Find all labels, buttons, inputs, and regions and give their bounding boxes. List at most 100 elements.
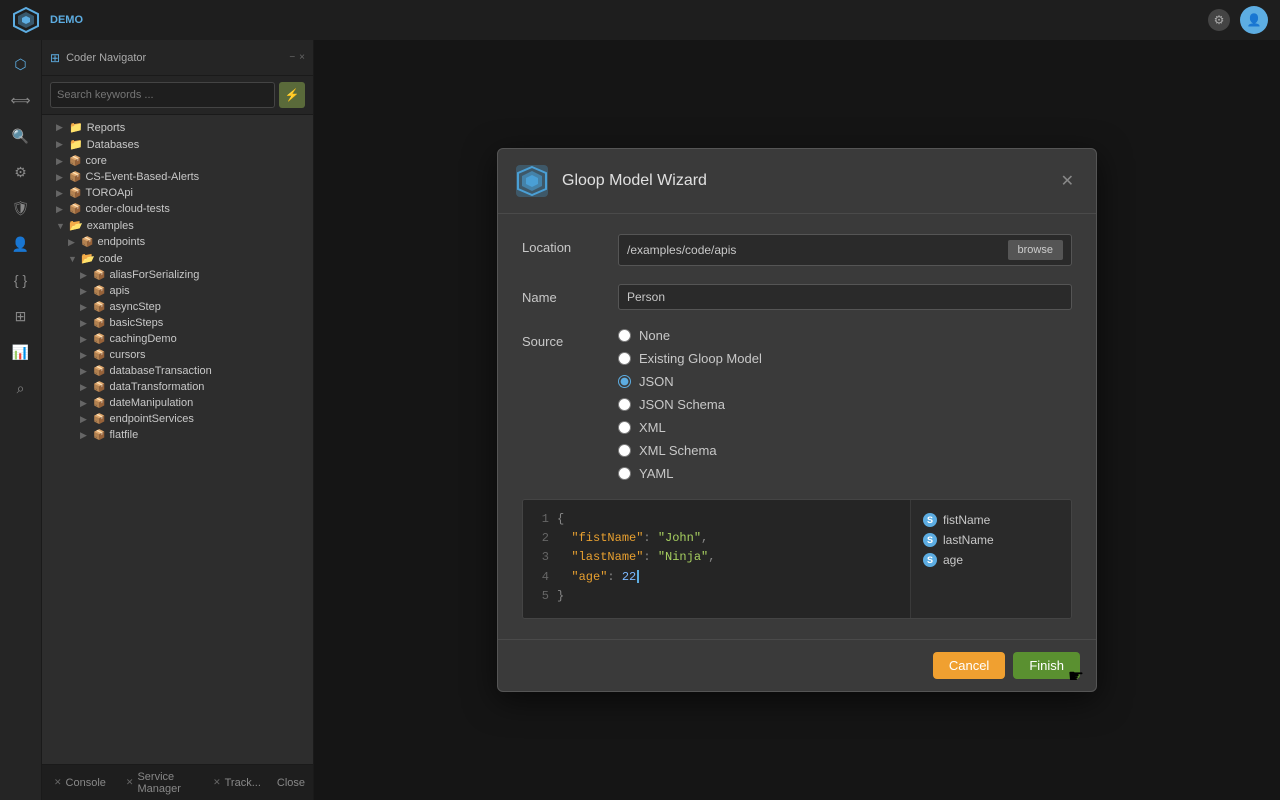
location-label: Location xyxy=(522,234,602,255)
json-line-2: 2 "fistName": "John", xyxy=(533,529,900,548)
tree-item-cursors[interactable]: ▶ 📦 cursors xyxy=(42,347,313,363)
name-row: Name xyxy=(522,284,1072,310)
sidebar-icon-chart[interactable]: 📊 xyxy=(5,336,37,368)
name-label: Name xyxy=(522,284,602,305)
radio-xml-label: XML xyxy=(639,420,666,435)
radio-xml-schema[interactable]: XML Schema xyxy=(618,443,1072,458)
service-close-icon[interactable]: ✕ xyxy=(126,777,134,788)
bottom-close-btn[interactable]: Close xyxy=(277,777,305,789)
sidebar-icon-home[interactable]: ⬡ xyxy=(5,48,37,80)
sidebar-icon-magnify[interactable]: ⌕ xyxy=(5,372,37,404)
tree-item-asyncstep[interactable]: ▶ 📦 asyncStep xyxy=(42,299,313,315)
package-icon: 📦 xyxy=(93,382,105,393)
location-value: /examples/code/apis xyxy=(627,243,1008,257)
panel-close-btn[interactable]: × xyxy=(299,52,305,63)
radio-xml[interactable]: XML xyxy=(618,420,1072,435)
json-line-5: 5 } xyxy=(533,587,900,606)
finish-button[interactable]: Finish xyxy=(1013,652,1080,679)
console-tab-label: Console xyxy=(66,777,106,789)
arrow-icon: ▶ xyxy=(56,139,66,150)
arrow-icon: ▶ xyxy=(56,172,66,183)
sidebar-icon-search[interactable]: 🔍 xyxy=(5,120,37,152)
radio-json-label: JSON xyxy=(639,374,674,389)
package-icon: 📦 xyxy=(69,188,81,199)
tree-item-toroapi[interactable]: ▶ 📦 TOROApi xyxy=(42,185,313,201)
tree-item-datemanip[interactable]: ▶ 📦 dateManipulation xyxy=(42,395,313,411)
package-icon: 📦 xyxy=(93,270,105,281)
tree-item-apis[interactable]: ▶ 📦 apis xyxy=(42,283,313,299)
location-control: /examples/code/apis browse xyxy=(618,234,1072,266)
tree-item-label: apis xyxy=(109,285,129,297)
source-control: None Existing Gloop Model JSON xyxy=(618,328,1072,481)
radio-group: None Existing Gloop Model JSON xyxy=(618,328,1072,481)
radio-existing[interactable]: Existing Gloop Model xyxy=(618,351,1072,366)
panel-minimize-btn[interactable]: − xyxy=(289,52,295,63)
tree-item-label: databaseTransaction xyxy=(109,365,211,377)
name-input[interactable] xyxy=(618,284,1072,310)
tree-item-flatfile[interactable]: ▶ 📦 flatfile xyxy=(42,427,313,443)
tree-item-core[interactable]: ▶ 📦 core xyxy=(42,153,313,169)
search-button[interactable]: ⚡ xyxy=(279,82,305,108)
modal-overlay: Gloop Model Wizard ✕ Location /examples/… xyxy=(314,40,1280,800)
content-area: Gloop Model Wizard ✕ Location /examples/… xyxy=(314,40,1280,800)
search-input[interactable] xyxy=(50,82,275,108)
radio-json-schema[interactable]: JSON Schema xyxy=(618,397,1072,412)
tree-item-dbtransaction[interactable]: ▶ 📦 databaseTransaction xyxy=(42,363,313,379)
dialog-close-btn[interactable]: ✕ xyxy=(1055,169,1080,193)
tracker-tab[interactable]: ✕ Track... xyxy=(209,775,265,791)
arrow-icon: ▶ xyxy=(80,398,90,409)
service-manager-tab[interactable]: ✕ Service Manager xyxy=(122,769,197,797)
sidebar-icon-user[interactable]: 👤 xyxy=(5,228,37,260)
radio-none[interactable]: None xyxy=(618,328,1072,343)
package-icon: 📦 xyxy=(93,366,105,377)
tree-item-label: examples xyxy=(87,220,134,232)
cancel-button[interactable]: Cancel xyxy=(933,652,1005,679)
tree-item-label: dataTransformation xyxy=(109,381,204,393)
tree-item-label: aliasForSerializing xyxy=(109,269,199,281)
tree-item-examples[interactable]: ▼ 📂 examples xyxy=(42,217,313,234)
radio-xml-schema-label: XML Schema xyxy=(639,443,717,458)
sidebar-icon-settings[interactable]: ⚙ xyxy=(5,156,37,188)
folder-icon: 📁 xyxy=(69,121,83,134)
tree-item-label: cursors xyxy=(109,349,145,361)
user-avatar[interactable]: 👤 xyxy=(1240,6,1268,34)
model-fields-panel: S fistName S lastName S age xyxy=(911,500,1071,618)
tree-item-label: endpoints xyxy=(97,236,145,248)
tracker-close-icon[interactable]: ✕ xyxy=(213,777,221,788)
json-line-3: 3 "lastName": "Ninja", xyxy=(533,548,900,567)
tree-item-code[interactable]: ▼ 📂 code xyxy=(42,250,313,267)
settings-icon[interactable]: ⚙ xyxy=(1208,9,1230,31)
field-name: age xyxy=(943,553,963,567)
radio-yaml[interactable]: YAML xyxy=(618,466,1072,481)
sidebar-icon-nav[interactable]: ⟺ xyxy=(5,84,37,116)
console-close-icon[interactable]: ✕ xyxy=(54,777,62,788)
sidebar-icon-code[interactable]: { } xyxy=(5,264,37,296)
sidebar-icon-grid[interactable]: ⊞ xyxy=(5,300,37,332)
folder-open-icon: 📂 xyxy=(81,252,95,265)
tree-item-datatransform[interactable]: ▶ 📦 dataTransformation xyxy=(42,379,313,395)
sidebar-icon-security[interactable]: 🛡 xyxy=(5,192,37,224)
dialog-title: Gloop Model Wizard xyxy=(562,172,1043,190)
browse-button[interactable]: browse xyxy=(1008,240,1063,260)
tree-item-cachingdemo[interactable]: ▶ 📦 cachingDemo xyxy=(42,331,313,347)
package-icon: 📦 xyxy=(81,237,93,248)
tree-item-coder-cloud[interactable]: ▶ 📦 coder-cloud-tests xyxy=(42,201,313,217)
tracker-tab-label: Track... xyxy=(225,777,261,789)
app-title: DEMO xyxy=(50,14,83,26)
console-tab[interactable]: ✕ Console xyxy=(50,775,110,791)
json-editor[interactable]: 1 { 2 "fistName": "John", 3 xyxy=(523,500,911,618)
tree-item-basicsteps[interactable]: ▶ 📦 basicSteps xyxy=(42,315,313,331)
tree-item-cs-event[interactable]: ▶ 📦 CS-Event-Based-Alerts xyxy=(42,169,313,185)
tree-item-label: TOROApi xyxy=(85,187,132,199)
package-icon: 📦 xyxy=(93,318,105,329)
field-name: fistName xyxy=(943,513,990,527)
tree-item-label: asyncStep xyxy=(109,301,160,313)
radio-json[interactable]: JSON xyxy=(618,374,1072,389)
tree-item-label: dateManipulation xyxy=(109,397,193,409)
tree-item-alias[interactable]: ▶ 📦 aliasForSerializing xyxy=(42,267,313,283)
tree-content: ▶ 📁 Reports ▶ 📁 Databases ▶ 📦 core ▶ 📦 xyxy=(42,115,313,764)
tree-item-databases[interactable]: ▶ 📁 Databases xyxy=(42,136,313,153)
tree-item-endpointservices[interactable]: ▶ 📦 endpointServices xyxy=(42,411,313,427)
tree-item-endpoints[interactable]: ▶ 📦 endpoints xyxy=(42,234,313,250)
tree-item-reports[interactable]: ▶ 📁 Reports xyxy=(42,119,313,136)
